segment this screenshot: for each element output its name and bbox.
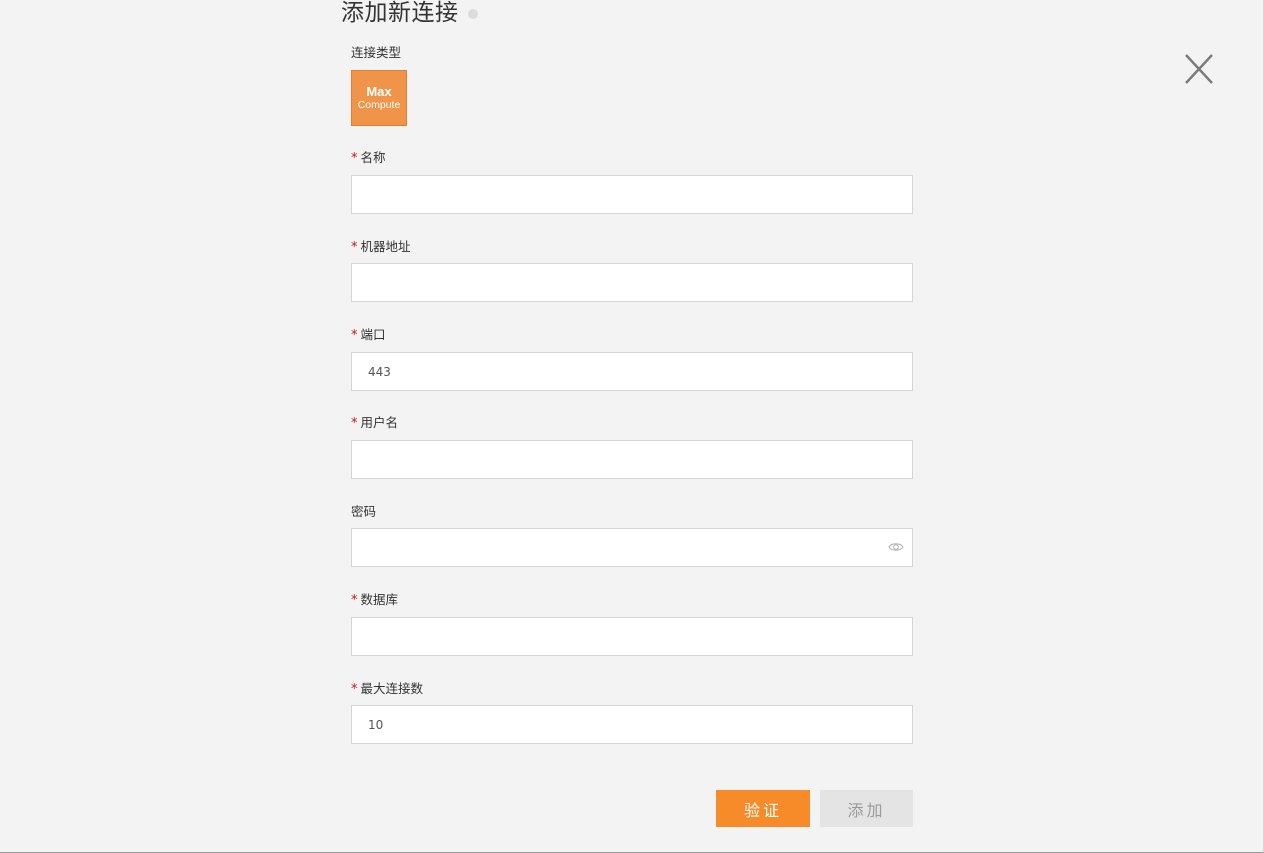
maxcompute-type-tile[interactable]: Max Compute xyxy=(351,70,407,126)
password-field[interactable] xyxy=(351,528,913,567)
port-label: * 端口 xyxy=(351,327,386,344)
add-button[interactable]: 添加 xyxy=(820,790,913,827)
required-mark: * xyxy=(351,593,358,608)
max-connections-field[interactable] xyxy=(351,705,913,744)
status-dot-icon xyxy=(467,9,478,19)
verify-button[interactable]: 验证 xyxy=(716,790,810,827)
database-label-text: 数据库 xyxy=(360,592,399,607)
host-field[interactable] xyxy=(351,263,913,302)
password-label: 密码 xyxy=(351,504,376,520)
required-mark: * xyxy=(351,240,358,255)
required-mark: * xyxy=(351,682,358,697)
required-mark: * xyxy=(351,416,358,431)
tile-line1: Max xyxy=(366,84,392,99)
username-label: * 用户名 xyxy=(351,415,398,432)
name-label: * 名称 xyxy=(351,150,386,167)
tile-line2: Compute xyxy=(357,99,401,111)
close-button[interactable] xyxy=(1183,52,1215,86)
name-field[interactable] xyxy=(351,175,913,214)
database-label: * 数据库 xyxy=(351,592,398,609)
password-label-text: 密码 xyxy=(351,504,377,519)
host-label-text: 机器地址 xyxy=(360,239,411,254)
connection-type-label: 连接类型 xyxy=(351,45,401,61)
title-row: 添加新连接 xyxy=(341,0,478,28)
max-connections-label: * 最大连接数 xyxy=(351,681,423,698)
required-mark: * xyxy=(351,151,358,166)
username-label-text: 用户名 xyxy=(360,415,399,430)
name-label-text: 名称 xyxy=(360,150,386,165)
required-mark: * xyxy=(351,328,358,343)
eye-icon[interactable] xyxy=(888,541,904,553)
port-label-text: 端口 xyxy=(360,327,386,342)
username-field[interactable] xyxy=(351,440,913,479)
host-label: * 机器地址 xyxy=(351,239,411,256)
connection-type-label-text: 连接类型 xyxy=(351,45,402,60)
database-field[interactable] xyxy=(351,617,913,656)
max-connections-label-text: 最大连接数 xyxy=(360,681,424,696)
port-field[interactable] xyxy=(351,352,913,391)
add-connection-dialog: 添加新连接 连接类型 Max Compute *名称 *机器地址 *端口 *用户… xyxy=(0,0,1264,853)
page-title: 添加新连接 xyxy=(341,0,459,26)
close-icon xyxy=(1185,54,1213,84)
